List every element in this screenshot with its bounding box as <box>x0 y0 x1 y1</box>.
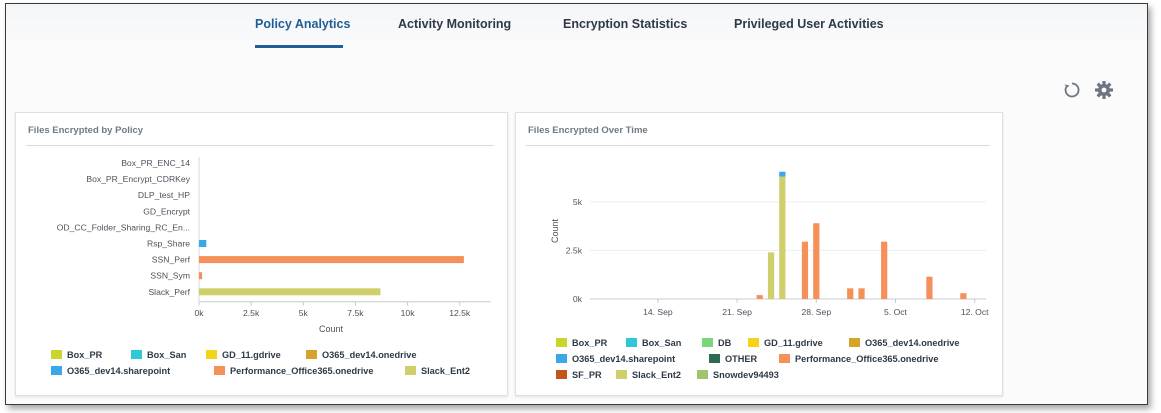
policy-bar-chart: Box_PR_ENC_14 Box_PR_Encrypt_CDRKey DLP_te… <box>51 157 491 376</box>
tab-encryption-statistics[interactable]: Encryption Statistics <box>563 17 687 31</box>
y-tick-label: Rsp_Share <box>147 239 190 249</box>
x-tick-label: 28. Sep <box>801 307 831 317</box>
legend-swatch <box>206 350 217 359</box>
bar <box>926 276 933 299</box>
y-tick-label: Box_PR_Encrypt_CDRKey <box>86 174 190 184</box>
y-tick-label: 0k <box>573 294 583 304</box>
bar <box>847 288 854 299</box>
x-tick-label: 2.5k <box>243 308 260 318</box>
legend-swatch <box>306 350 317 359</box>
x-tick-label: 0k <box>194 308 204 318</box>
x-tick-label: 5k <box>299 308 309 318</box>
legend-label: Box_PR <box>572 338 608 348</box>
legend-label: Performance_Office365.onedrive <box>795 354 939 364</box>
x-tick-label: 12. Oct <box>961 307 989 317</box>
bar <box>779 171 786 177</box>
legend-label: O365_dev14.onedrive <box>865 338 959 348</box>
bar <box>199 288 381 296</box>
legend-label: GD_11.gdrive <box>764 338 823 348</box>
legend-label: Box_PR <box>67 350 103 360</box>
legend-swatch <box>748 338 759 347</box>
legend-label: O365_dev14.sharepoint <box>67 366 170 376</box>
legend-label: DB <box>718 338 732 348</box>
legend-label: OTHER <box>725 354 758 364</box>
legend-swatch <box>709 354 720 363</box>
y-tick-label: SSN_Perf <box>152 255 191 265</box>
bar <box>858 288 865 299</box>
bar <box>881 241 888 299</box>
legend-label: Snowdev94493 <box>713 370 779 380</box>
legend-swatch <box>626 338 637 347</box>
legend-label: O365_dev14.onedrive <box>322 350 416 360</box>
bar <box>756 295 763 299</box>
y-axis-title: Count <box>550 219 560 244</box>
legend-swatch <box>556 338 567 347</box>
x-tick-label: 7.5k <box>347 308 364 318</box>
y-tick-label: Box_PR_ENC_14 <box>121 158 190 168</box>
y-tick-label: OD_CC_Folder_Sharing_RC_En... <box>57 222 190 232</box>
x-tick-label: 10k <box>401 308 416 318</box>
legend-label: Box_San <box>642 338 682 348</box>
legend-label: Performance_Office365.onedrive <box>230 366 374 376</box>
legend-swatch <box>51 350 62 359</box>
y-tick-label: 5k <box>573 197 583 207</box>
legend-label: Slack_Ent2 <box>632 370 681 380</box>
legend-swatch <box>849 338 860 347</box>
app-frame: Policy Analytics Activity Monitoring Enc… <box>5 3 1148 405</box>
files-encrypted-by-policy-panel: Files Encrypted by Policy Box_PR_ENC_14 B… <box>15 112 508 396</box>
y-tick-label: DLP_test_HP <box>138 190 190 200</box>
gear-icon[interactable] <box>1094 80 1114 105</box>
tab-privileged-user-activities[interactable]: Privileged User Activities <box>734 17 884 31</box>
y-tick-label: GD_Encrypt <box>143 206 190 216</box>
bar <box>199 272 203 280</box>
x-tick-label: 21. Sep <box>722 307 752 317</box>
legend-label: Box_San <box>147 350 187 360</box>
legend-label: O365_dev14.sharepoint <box>572 354 675 364</box>
x-tick-label: 12.5k <box>449 308 471 318</box>
bar <box>813 223 820 299</box>
active-tab-indicator <box>255 45 343 48</box>
legend-swatch <box>556 354 567 363</box>
legend-swatch <box>697 370 708 379</box>
legend-swatch <box>702 338 713 347</box>
legend-label: GD_11.gdrive <box>222 350 281 360</box>
legend-swatch <box>556 370 567 379</box>
bar <box>199 256 464 264</box>
x-tick-label: 5. Oct <box>884 307 908 317</box>
time-bar-chart: 0k 2.5k 5k Count 14. Sep 21. Sep 28. Sep 5. Oct… <box>550 171 989 380</box>
legend-swatch <box>131 350 142 359</box>
legend-swatch <box>214 366 225 375</box>
x-tick-label: 14. Sep <box>643 307 673 317</box>
tab-activity-monitoring[interactable]: Activity Monitoring <box>398 17 511 31</box>
bar <box>767 252 775 299</box>
legend-swatch <box>616 370 627 379</box>
legend-swatch <box>405 366 416 375</box>
y-tick-label: 2.5k <box>566 245 583 255</box>
legend-swatch <box>51 366 62 375</box>
legend-swatch <box>779 354 790 363</box>
bar <box>801 241 809 299</box>
y-tick-label: Slack_Perf <box>148 287 190 297</box>
refresh-icon[interactable] <box>1063 81 1081 104</box>
tab-policy-analytics[interactable]: Policy Analytics <box>255 17 350 31</box>
legend-label: SF_PR <box>572 370 602 380</box>
x-axis-title: Count <box>319 324 344 334</box>
y-tick-label: SSN_Sym <box>150 271 190 281</box>
bar <box>960 293 967 299</box>
bar <box>779 176 786 299</box>
files-encrypted-over-time-panel: Files Encrypted Over Time 0k 2.5k 5k Count 1… <box>515 112 1003 396</box>
bar <box>199 240 207 247</box>
legend-label: Slack_Ent2 <box>421 366 470 376</box>
tab-bar: Policy Analytics Activity Monitoring Enc… <box>6 4 1147 52</box>
